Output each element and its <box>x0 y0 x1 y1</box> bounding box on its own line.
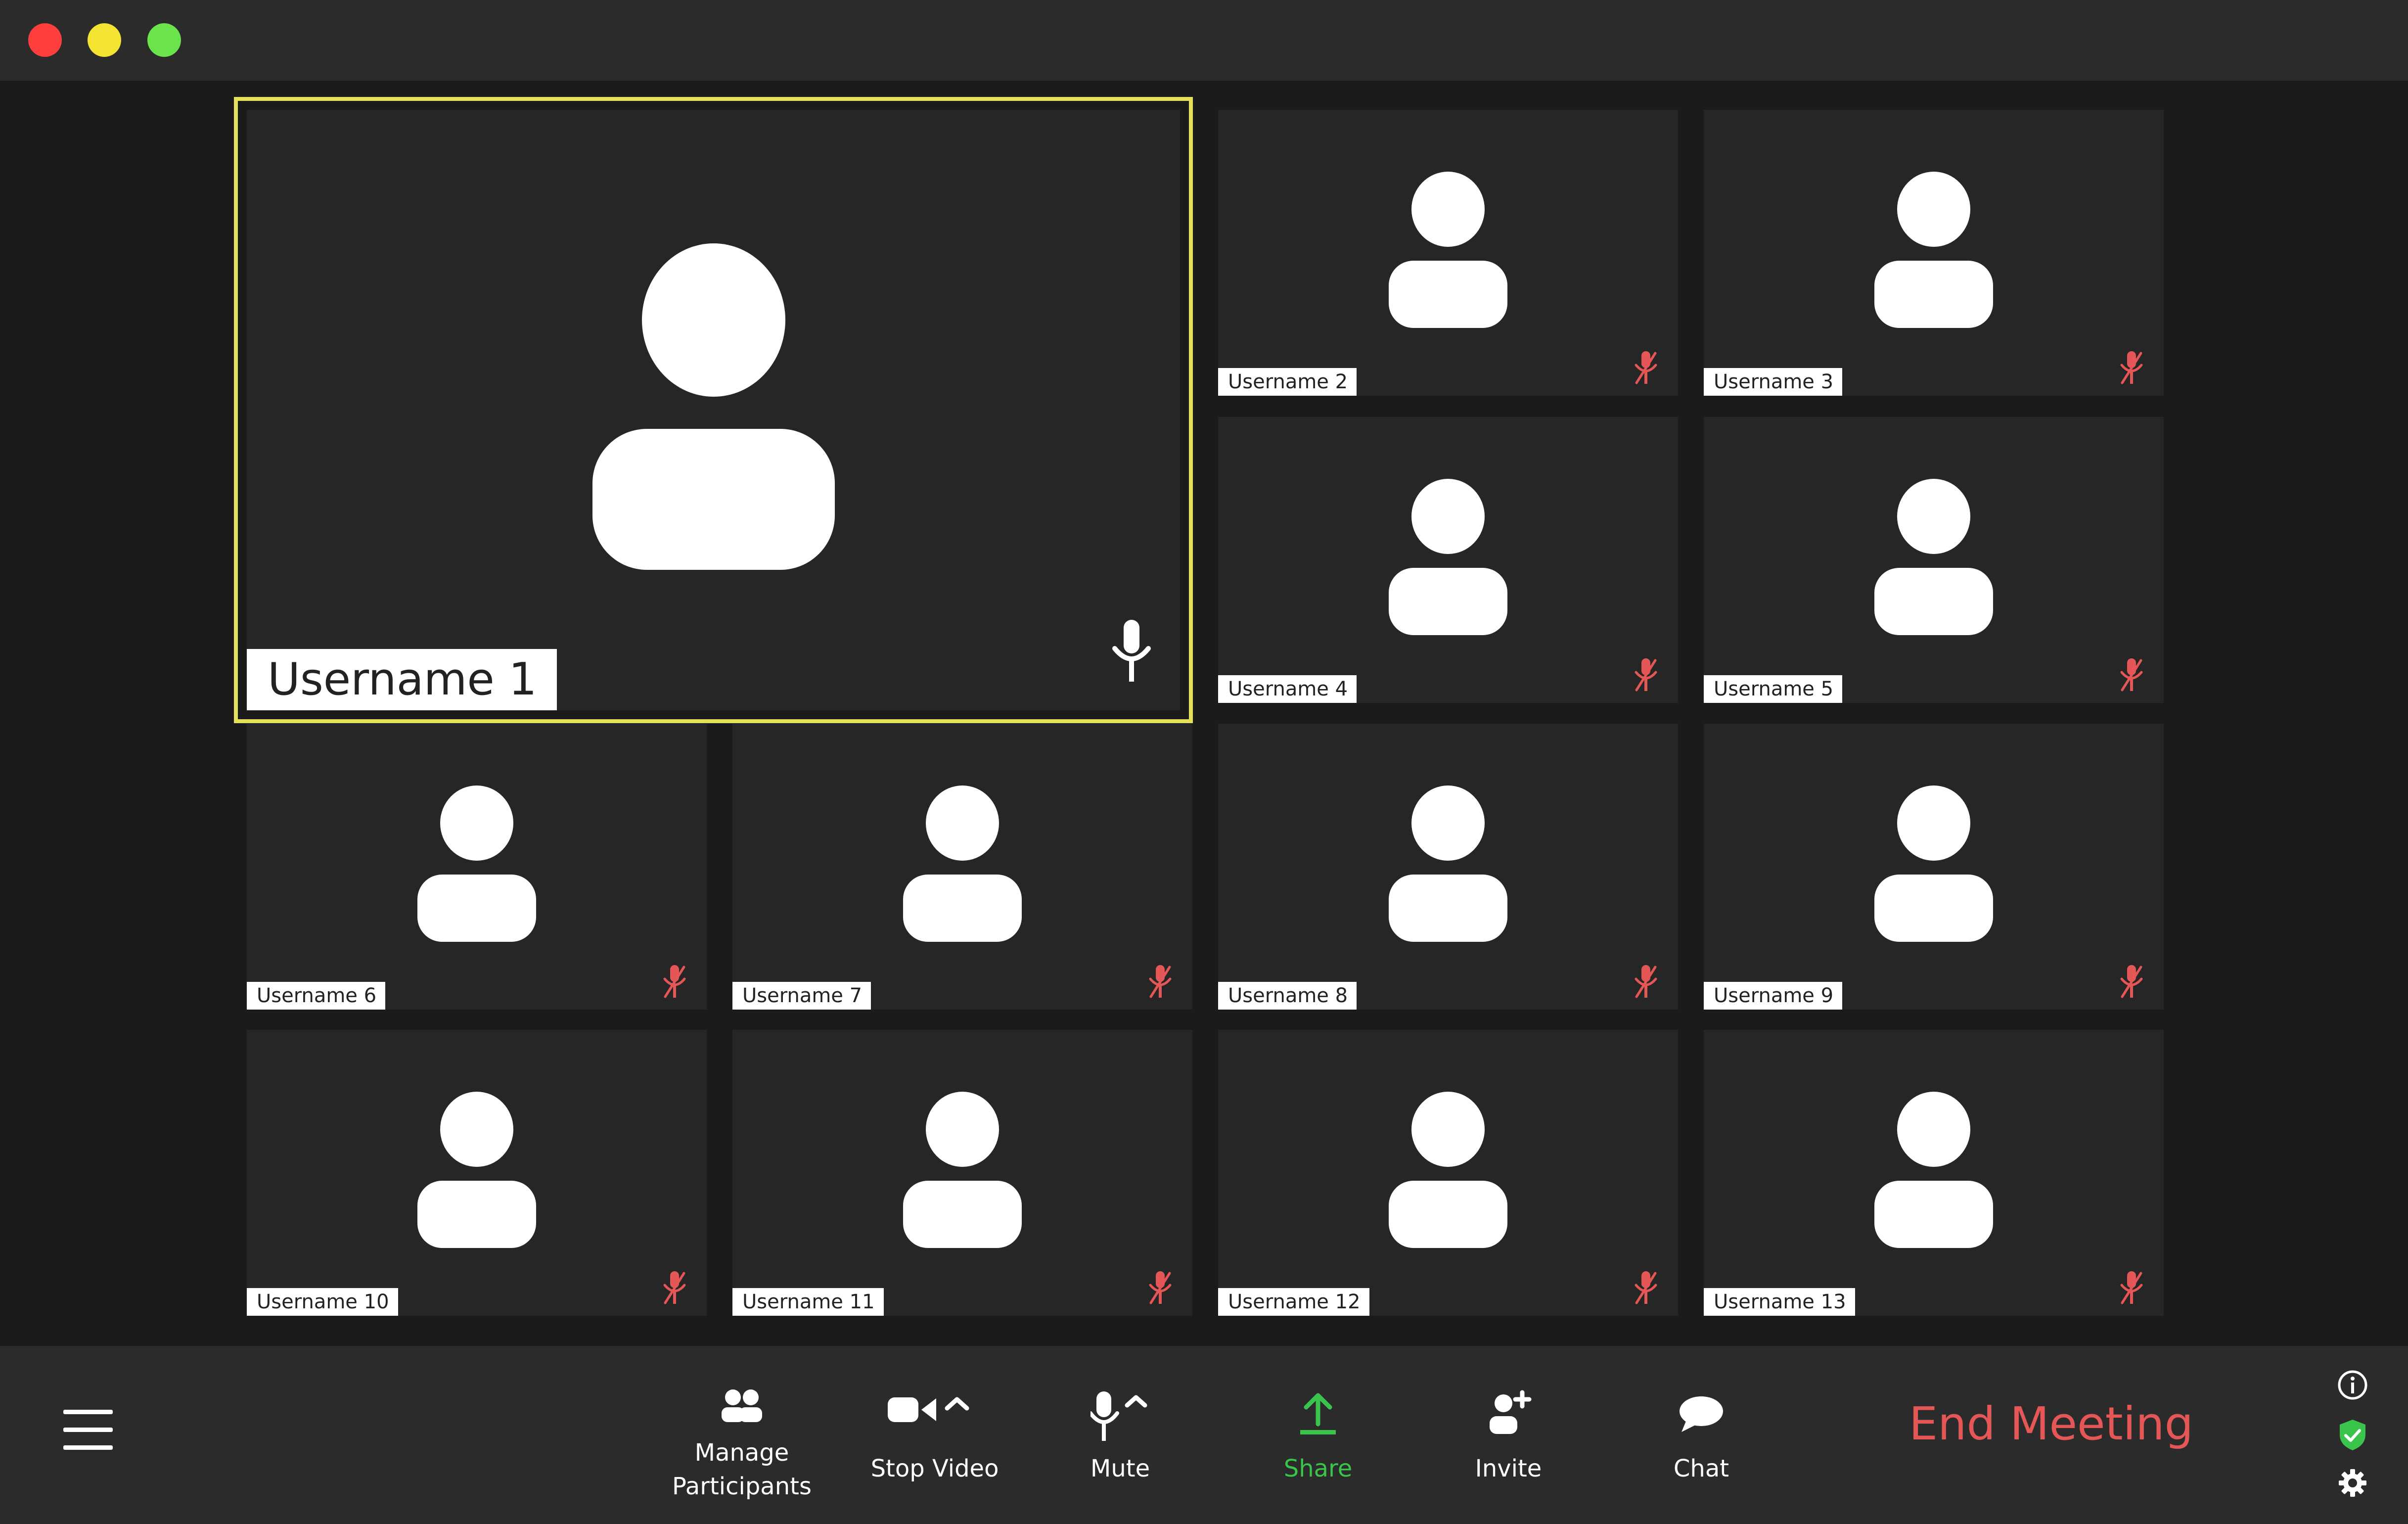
add-user-icon <box>1484 1388 1533 1444</box>
muted-microphone-icon <box>2119 658 2144 694</box>
participant-name-label: Username 5 <box>1704 675 1843 703</box>
end-meeting-button[interactable]: End Meeting <box>1909 1397 2193 1450</box>
participant-name-label: Username 8 <box>1218 982 1357 1010</box>
participant-name-label: Username 2 <box>1218 368 1357 396</box>
avatar-placeholder-icon <box>1389 785 1507 942</box>
muted-microphone-icon <box>1634 965 1658 1001</box>
microphone-icon <box>1089 1391 1150 1447</box>
manage-participants-label-line1: Manage <box>694 1439 789 1467</box>
chat-button[interactable]: Chat <box>1617 1346 1785 1524</box>
window-titlebar <box>0 0 2408 81</box>
chat-label: Chat <box>1673 1455 1729 1482</box>
avatar-placeholder-icon <box>1389 479 1507 635</box>
video-tile[interactable]: Username 3 <box>1704 110 2164 396</box>
muted-microphone-icon <box>2119 351 2144 387</box>
video-tile[interactable]: Username 7 <box>732 724 1192 1010</box>
video-tile[interactable]: Username 11 <box>732 1030 1192 1316</box>
close-window-button[interactable] <box>28 23 62 57</box>
video-camera-icon <box>888 1393 982 1429</box>
video-tile[interactable]: Username 12 <box>1218 1030 1678 1316</box>
minimize-window-button[interactable] <box>88 23 121 57</box>
avatar-placeholder-icon <box>417 785 536 942</box>
muted-microphone-icon <box>662 1271 687 1307</box>
manage-participants-label-line2: Participants <box>672 1473 812 1500</box>
avatar-placeholder-icon <box>903 1092 1022 1248</box>
stop-video-button[interactable]: Stop Video <box>851 1346 1019 1524</box>
video-tile[interactable]: Username 13 <box>1704 1030 2164 1316</box>
participant-name-label: Username 1 <box>247 649 557 710</box>
video-tile[interactable]: Username 9 <box>1704 724 2164 1010</box>
muted-microphone-icon <box>2119 965 2144 1001</box>
muted-microphone-icon <box>2119 1271 2144 1307</box>
share-label: Share <box>1283 1455 1353 1482</box>
muted-microphone-icon <box>1148 1271 1173 1307</box>
hamburger-icon[interactable] <box>63 1410 113 1450</box>
avatar-placeholder-icon <box>1874 479 1993 635</box>
video-tile[interactable]: Username 4 <box>1218 417 1678 703</box>
stop-video-label: Stop Video <box>870 1455 999 1482</box>
participant-name-label: Username 4 <box>1218 675 1357 703</box>
participant-name-label: Username 6 <box>247 982 386 1010</box>
muted-microphone-icon <box>1634 351 1658 387</box>
video-tile[interactable]: Username 8 <box>1218 724 1678 1010</box>
avatar-placeholder-icon <box>1389 1092 1507 1248</box>
participant-name-label: Username 3 <box>1704 368 1843 396</box>
participant-name-label: Username 12 <box>1218 1288 1369 1316</box>
video-tile[interactable]: Username 10 <box>247 1030 707 1316</box>
manage-participants-button[interactable]: Manage Participants <box>658 1346 826 1524</box>
avatar-placeholder-icon <box>1874 785 1993 942</box>
muted-microphone-icon <box>1634 658 1658 694</box>
avatar-placeholder-icon <box>417 1092 536 1248</box>
participants-icon <box>720 1388 764 1429</box>
share-button[interactable]: Share <box>1234 1346 1402 1524</box>
avatar-placeholder-icon <box>1389 172 1507 328</box>
invite-label: Invite <box>1475 1455 1542 1482</box>
mute-label: Mute <box>1090 1455 1150 1482</box>
muted-microphone-icon <box>662 965 687 1001</box>
muted-microphone-icon <box>1634 1271 1658 1307</box>
video-tile-active-speaker[interactable]: Username 1 <box>234 97 1193 723</box>
avatar-placeholder-icon <box>903 785 1022 942</box>
video-tile[interactable]: Username 6 <box>247 724 707 1010</box>
chat-bubble-icon <box>1678 1394 1725 1440</box>
video-tile[interactable]: Username 2 <box>1218 110 1678 396</box>
video-tile[interactable]: Username 5 <box>1704 417 2164 703</box>
avatar-placeholder-icon <box>1874 172 1993 328</box>
muted-microphone-icon <box>1148 965 1173 1001</box>
participant-name-label: Username 13 <box>1704 1288 1855 1316</box>
participant-name-label: Username 7 <box>732 982 871 1010</box>
info-icon[interactable] <box>2337 1369 2368 1403</box>
avatar-placeholder-icon <box>1874 1092 1993 1248</box>
avatar-placeholder-icon <box>592 243 835 570</box>
maximize-window-button[interactable] <box>147 23 181 57</box>
microphone-icon <box>1112 620 1151 684</box>
participant-name-label: Username 10 <box>247 1288 398 1316</box>
participant-name-label: Username 9 <box>1704 982 1843 1010</box>
gear-icon[interactable] <box>2337 1467 2368 1501</box>
mute-button[interactable]: Mute <box>1036 1346 1204 1524</box>
shield-check-icon[interactable] <box>2337 1418 2368 1454</box>
invite-button[interactable]: Invite <box>1424 1346 1592 1524</box>
share-upload-icon <box>1298 1391 1338 1442</box>
participant-name-label: Username 11 <box>732 1288 884 1316</box>
